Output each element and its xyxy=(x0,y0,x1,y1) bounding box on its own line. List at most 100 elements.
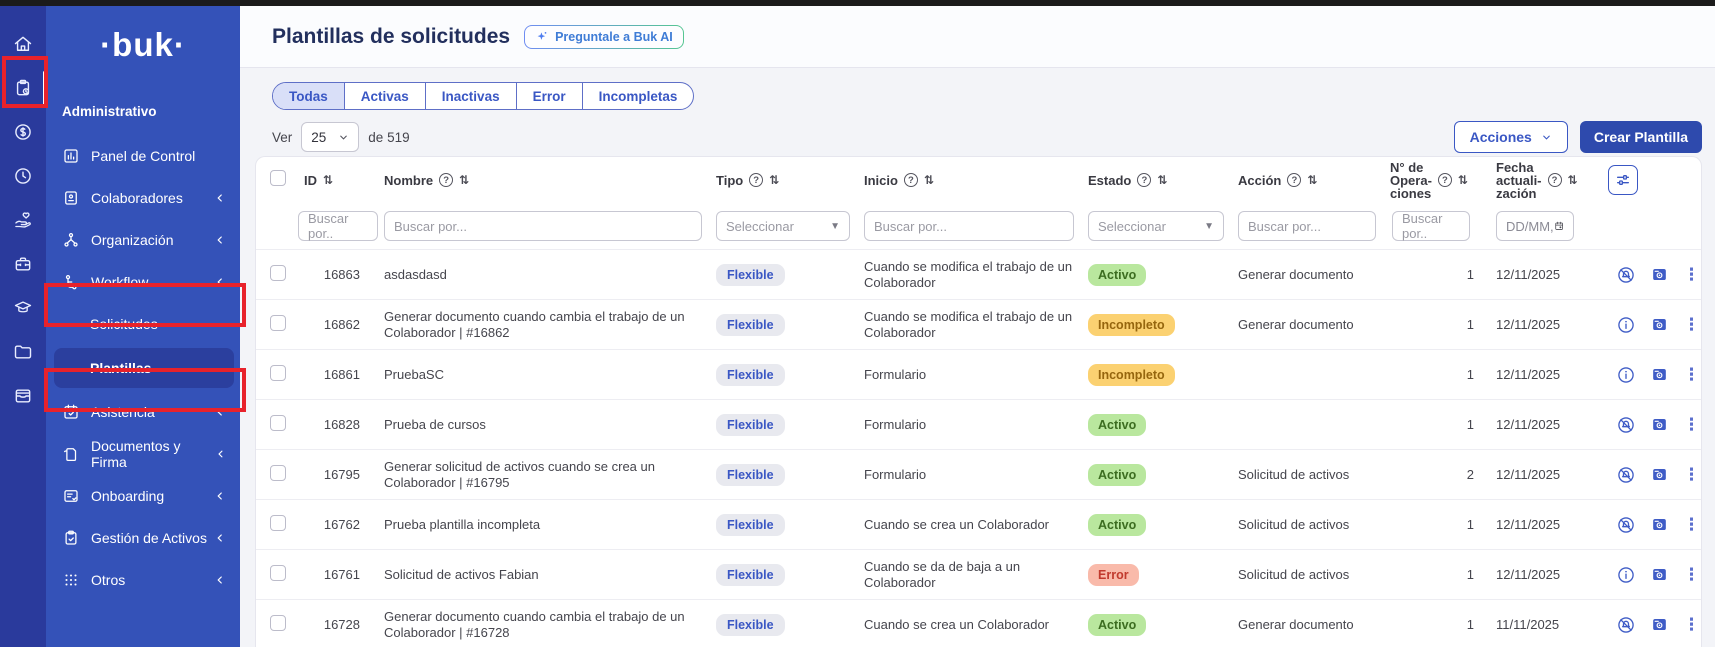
requests-clipboard-icon[interactable] xyxy=(0,66,46,110)
time-icon[interactable] xyxy=(0,154,46,198)
crear-plantilla-label: Crear Plantilla xyxy=(1594,129,1688,145)
page-size-select[interactable]: 25 xyxy=(301,122,359,152)
sidebar-item-plantillas[interactable]: Plantillas xyxy=(54,348,234,388)
filter-fecha-input[interactable]: DD/MM, xyxy=(1496,211,1574,241)
notifications-off-icon[interactable] xyxy=(1616,615,1636,635)
ask-buk-ai-button[interactable]: Preguntale a Buk AI xyxy=(524,25,684,49)
preview-icon[interactable] xyxy=(1650,415,1669,434)
crear-plantilla-button[interactable]: Crear Plantilla xyxy=(1580,121,1702,153)
preview-icon[interactable] xyxy=(1650,315,1669,334)
row-menu-icon[interactable]: ⋮ xyxy=(1683,516,1700,533)
sidebar-item-asistencia[interactable]: Asistencia xyxy=(46,391,240,433)
tab-incompletas[interactable]: Incompletas xyxy=(583,83,694,109)
sidebar-item-organizacion[interactable]: Organización xyxy=(46,219,240,261)
filter-operaciones-input[interactable]: Buscar por.. xyxy=(1392,211,1470,241)
preview-icon[interactable] xyxy=(1650,515,1669,534)
benefits-icon[interactable] xyxy=(0,198,46,242)
help-icon[interactable]: ? xyxy=(1548,173,1562,187)
table-row[interactable]: 16762 Prueba plantilla incompleta Flexib… xyxy=(256,499,1701,549)
notifications-off-icon[interactable] xyxy=(1616,415,1636,435)
row-checkbox[interactable] xyxy=(270,415,286,431)
table-row[interactable]: 16861 PruebaSC Flexible Formulario Incom… xyxy=(256,349,1701,399)
folder-icon[interactable] xyxy=(0,330,46,374)
preview-icon[interactable] xyxy=(1650,365,1669,384)
tab-todas[interactable]: Todas xyxy=(273,83,345,109)
filter-inicio-input[interactable]: Buscar por... xyxy=(864,211,1074,241)
help-icon[interactable]: ? xyxy=(439,173,453,187)
sidebar-item-otros[interactable]: Otros xyxy=(46,559,240,601)
row-menu-icon[interactable]: ⋮ xyxy=(1683,616,1700,633)
notifications-off-icon[interactable] xyxy=(1616,465,1636,485)
info-icon[interactable] xyxy=(1616,365,1636,385)
acciones-button[interactable]: Acciones xyxy=(1454,121,1568,153)
sort-icon[interactable]: ⇅ xyxy=(924,173,932,187)
filter-nombre-input[interactable]: Buscar por... xyxy=(384,211,702,241)
filter-id-input[interactable]: Buscar por.. xyxy=(298,211,378,241)
row-checkbox[interactable] xyxy=(270,315,286,331)
row-menu-icon[interactable]: ⋮ xyxy=(1683,566,1700,583)
assets-icon[interactable] xyxy=(0,374,46,418)
table-row[interactable]: 16728 Generar documento cuando cambia el… xyxy=(256,599,1701,647)
table-row[interactable]: 16863 asdasdasd Flexible Cuando se modif… xyxy=(256,249,1701,299)
tab-inactivas[interactable]: Inactivas xyxy=(426,83,517,109)
row-menu-icon[interactable]: ⋮ xyxy=(1683,416,1700,433)
sort-icon[interactable]: ⇅ xyxy=(1307,173,1315,187)
training-icon[interactable] xyxy=(0,286,46,330)
help-icon[interactable]: ? xyxy=(904,173,918,187)
tab-error[interactable]: Error xyxy=(517,83,583,109)
filter-accion-input[interactable]: Buscar por... xyxy=(1238,211,1376,241)
filter-tipo-select[interactable]: Seleccionar▼ xyxy=(716,211,850,241)
help-icon[interactable]: ? xyxy=(1438,173,1452,187)
preview-icon[interactable] xyxy=(1650,265,1669,284)
tab-activas[interactable]: Activas xyxy=(345,83,426,109)
table-row[interactable]: 16795 Generar solicitud de activos cuand… xyxy=(256,449,1701,499)
row-checkbox[interactable] xyxy=(270,615,286,631)
row-checkbox[interactable] xyxy=(270,365,286,381)
preview-icon[interactable] xyxy=(1650,565,1669,584)
sidebar-item-workflow[interactable]: Workflow xyxy=(46,261,240,303)
table-row[interactable]: 16761 Solicitud de activos Fabian Flexib… xyxy=(256,549,1701,599)
filter-estado-select[interactable]: Seleccionar▼ xyxy=(1088,211,1224,241)
sidebar-item-label: Onboarding xyxy=(91,488,164,504)
sort-icon[interactable]: ⇅ xyxy=(1568,173,1576,187)
help-icon[interactable]: ? xyxy=(1137,173,1151,187)
row-checkbox[interactable] xyxy=(270,565,286,581)
col-nombre: Nombre xyxy=(384,173,433,188)
row-checkbox[interactable] xyxy=(270,265,286,281)
sort-icon[interactable]: ⇅ xyxy=(1458,173,1466,187)
column-settings-button[interactable] xyxy=(1608,165,1638,195)
help-icon[interactable]: ? xyxy=(1287,173,1301,187)
row-menu-icon[interactable]: ⋮ xyxy=(1683,316,1700,333)
row-menu-icon[interactable]: ⋮ xyxy=(1683,266,1700,283)
home-icon[interactable] xyxy=(0,22,46,66)
sidebar-item-gestion-de-activos[interactable]: Gestión de Activos xyxy=(46,517,240,559)
row-menu-icon[interactable]: ⋮ xyxy=(1683,366,1700,383)
sidebar-item-panel-de-control[interactable]: Panel de Control xyxy=(46,135,240,177)
sort-icon[interactable]: ⇅ xyxy=(769,173,777,187)
preview-icon[interactable] xyxy=(1650,465,1669,484)
sidebar-item-solicitudes[interactable]: Solicitudes xyxy=(46,303,240,345)
row-menu-icon[interactable]: ⋮ xyxy=(1683,466,1700,483)
row-checkbox[interactable] xyxy=(270,515,286,531)
sort-icon[interactable]: ⇅ xyxy=(323,173,331,187)
tipo-badge: Flexible xyxy=(716,364,785,386)
payments-icon[interactable] xyxy=(0,110,46,154)
sidebar-item-colaboradores[interactable]: Colaboradores xyxy=(46,177,240,219)
info-icon[interactable] xyxy=(1616,565,1636,585)
table-row[interactable]: 16828 Prueba de cursos Flexible Formular… xyxy=(256,399,1701,449)
sort-icon[interactable]: ⇅ xyxy=(459,173,467,187)
notifications-off-icon[interactable] xyxy=(1616,265,1636,285)
toolbox-icon[interactable] xyxy=(0,242,46,286)
row-id: 16861 xyxy=(304,367,384,382)
sidebar-item-onboarding[interactable]: Onboarding xyxy=(46,475,240,517)
row-checkbox[interactable] xyxy=(270,465,286,481)
sidebar-item-documentos-y-firma[interactable]: Documentos y Firma xyxy=(46,433,240,475)
sort-icon[interactable]: ⇅ xyxy=(1157,173,1165,187)
info-icon[interactable] xyxy=(1616,315,1636,335)
help-icon[interactable]: ? xyxy=(749,173,763,187)
row-accion: Generar documento xyxy=(1238,617,1390,632)
preview-icon[interactable] xyxy=(1650,615,1669,634)
table-row[interactable]: 16862 Generar documento cuando cambia el… xyxy=(256,299,1701,349)
select-all-checkbox[interactable] xyxy=(270,170,286,186)
notifications-off-icon[interactable] xyxy=(1616,515,1636,535)
